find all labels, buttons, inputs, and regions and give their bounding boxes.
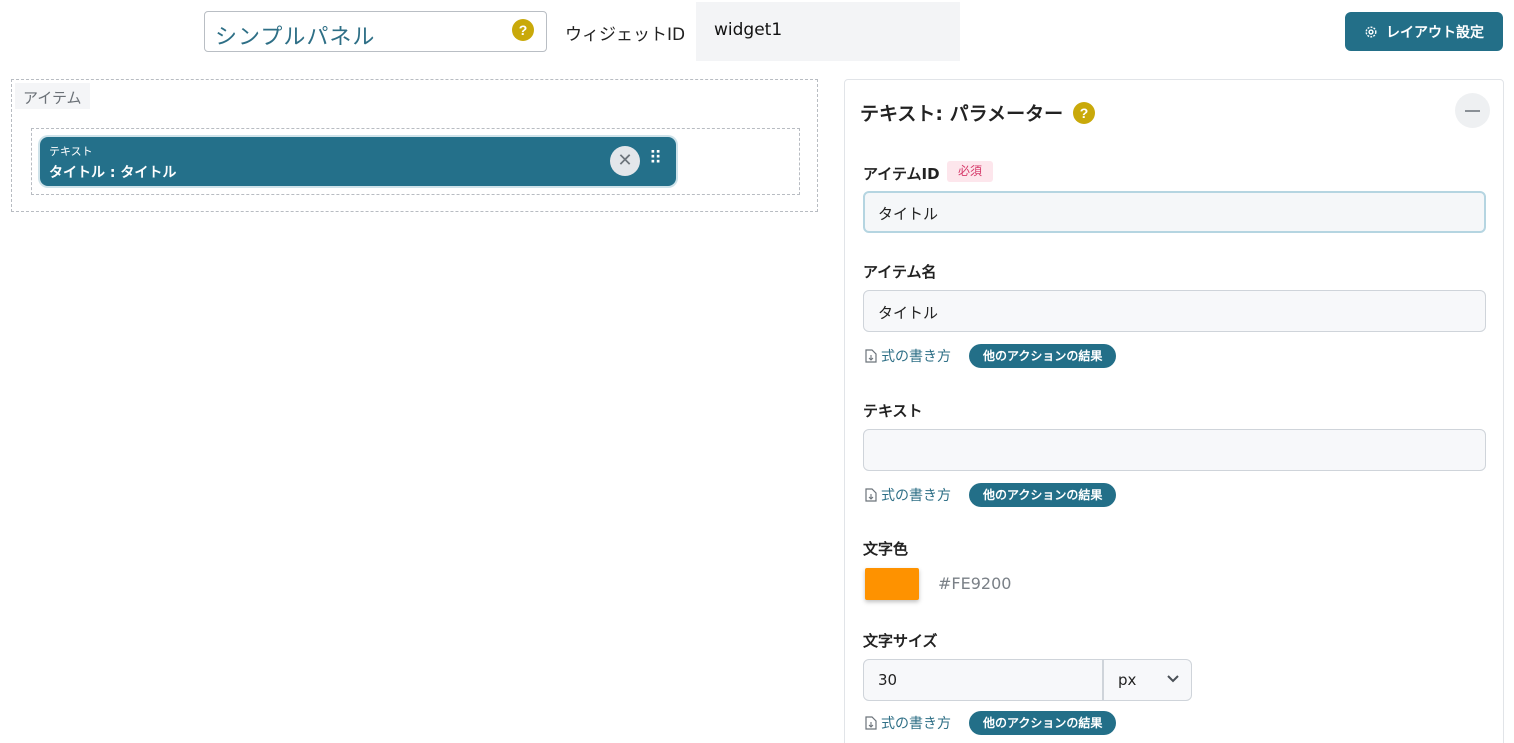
item-chip-name: タイトル : タイトル <box>49 165 177 181</box>
gear-icon <box>1365 25 1377 38</box>
text-size-label: 文字サイズ <box>863 632 938 650</box>
formula-help-link[interactable]: 式の書き方 <box>865 713 951 733</box>
item-chip-title[interactable]: テキスト タイトル : タイトル ✕ ⠿ <box>40 137 676 186</box>
document-icon <box>865 716 877 730</box>
item-name-formula-row: 式の書き方 他のアクションの結果 <box>865 344 1117 368</box>
formula-help-link[interactable]: 式の書き方 <box>865 485 951 505</box>
formula-help-text: 式の書き方 <box>881 488 951 504</box>
other-action-result-button[interactable]: 他のアクションの結果 <box>969 344 1117 368</box>
text-size-formula-row: 式の書き方 他のアクションの結果 <box>865 711 1117 735</box>
help-icon[interactable]: ? <box>1073 101 1096 124</box>
items-area-label: アイテム <box>15 83 90 109</box>
other-action-result-button[interactable]: 他のアクションの結果 <box>969 711 1117 735</box>
item-name-label: アイテム名 <box>863 263 937 281</box>
widget-id-value: widget1 <box>714 20 783 40</box>
item-name-input[interactable]: タイトル <box>863 290 1486 332</box>
formula-help-link[interactable]: 式の書き方 <box>865 346 951 366</box>
help-icon[interactable]: ? <box>512 19 534 41</box>
item-id-label: アイテムID <box>863 165 940 183</box>
text-size-value: 30 <box>878 671 898 689</box>
items-drop-area: アイテム テキスト タイトル : タイトル ✕ ⠿ <box>11 79 818 212</box>
color-swatch[interactable] <box>865 568 919 600</box>
panel-title: テキスト: パラメーター <box>860 103 1064 125</box>
collapse-icon[interactable] <box>1455 93 1490 128</box>
text-label: テキスト <box>863 402 923 420</box>
text-color-label: 文字色 <box>863 540 909 558</box>
panel-name-value: シンプルパネル <box>215 25 376 50</box>
layout-settings-button[interactable]: レイアウト設定 <box>1345 12 1503 51</box>
required-badge: 必須 <box>947 161 994 182</box>
other-action-result-button[interactable]: 他のアクションの結果 <box>969 483 1117 507</box>
widget-id-field: widget1 <box>696 2 960 61</box>
panel-name-input[interactable]: シンプルパネル ? <box>204 11 547 52</box>
parameter-panel: テキスト: パラメーター ? アイテムID 必須 タイトル アイテム名 タイトル… <box>844 79 1504 743</box>
text-size-input[interactable]: 30 <box>863 659 1103 701</box>
drag-handle-icon[interactable]: ⠿ <box>649 150 662 168</box>
text-input[interactable] <box>863 429 1486 471</box>
document-icon <box>865 349 877 363</box>
formula-help-text: 式の書き方 <box>881 716 951 732</box>
document-icon <box>865 488 877 502</box>
text-formula-row: 式の書き方 他のアクションの結果 <box>865 483 1117 507</box>
unit-value: px <box>1118 671 1137 689</box>
formula-help-text: 式の書き方 <box>881 349 951 365</box>
color-value: #FE9200 <box>938 574 1012 593</box>
layout-settings-label: レイアウト設定 <box>1386 24 1484 41</box>
items-list: テキスト タイトル : タイトル ✕ ⠿ <box>31 128 800 195</box>
unit-select[interactable]: px <box>1103 659 1192 701</box>
item-chip-type: テキスト <box>49 145 93 158</box>
item-id-value: タイトル <box>878 205 939 223</box>
close-icon[interactable]: ✕ <box>610 146 640 176</box>
chevron-down-icon <box>1167 675 1179 683</box>
widget-id-label: ウィジェットID <box>565 25 686 45</box>
item-id-input[interactable]: タイトル <box>863 191 1486 233</box>
item-name-value: タイトル <box>878 304 939 322</box>
panel-title-row: テキスト: パラメーター ? <box>860 99 1096 126</box>
